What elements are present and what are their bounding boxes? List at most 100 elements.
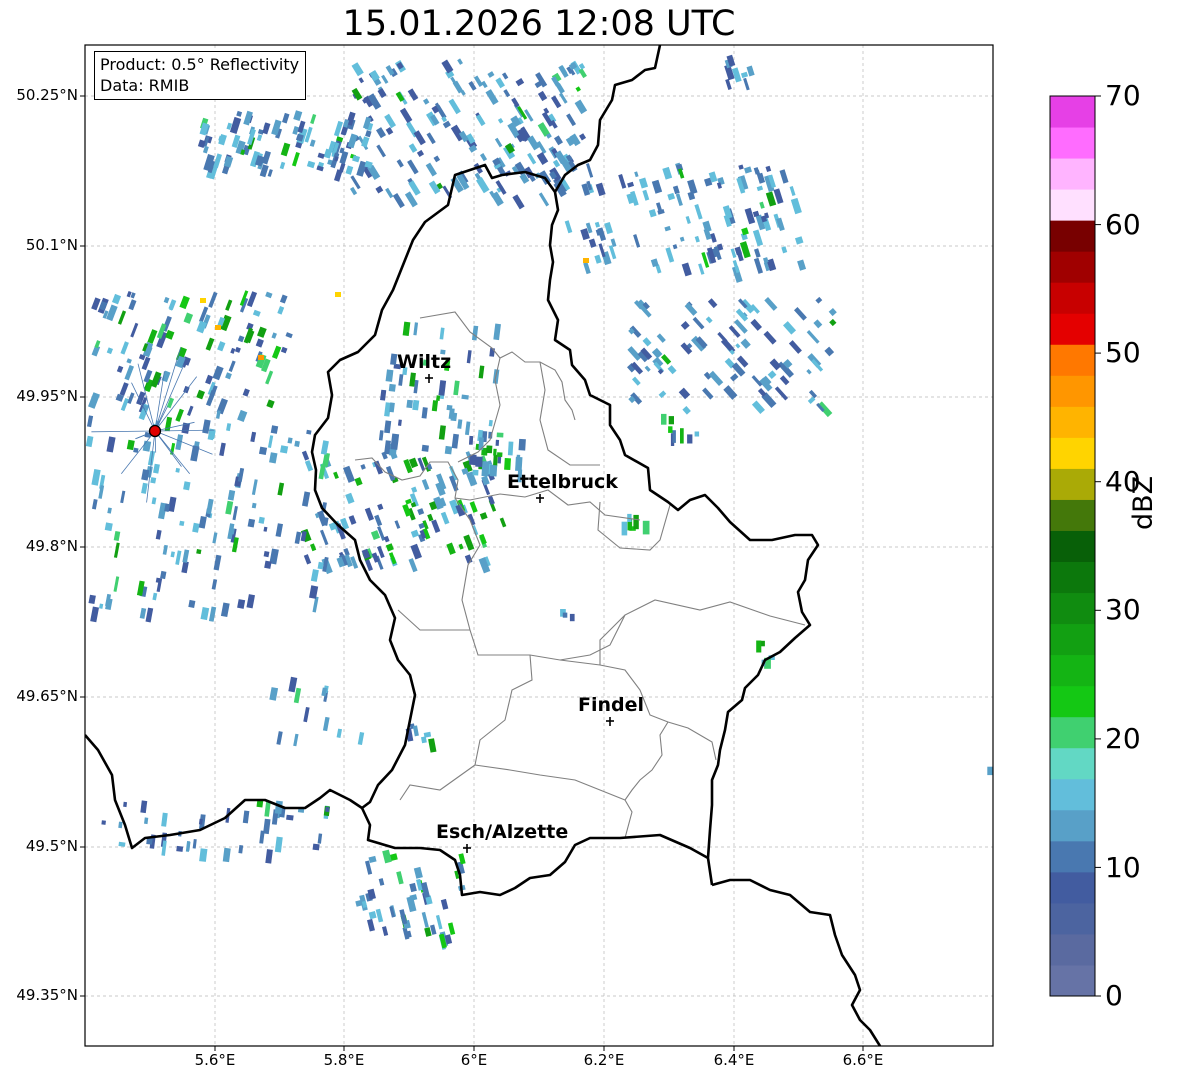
radar-echo-cell — [493, 448, 497, 456]
radar-echo-cell — [200, 298, 206, 303]
radar-echo-cell — [215, 325, 221, 330]
radar-echo-cell — [515, 456, 523, 472]
longitude-tick-label: 6.2°E — [583, 1051, 625, 1069]
radar-echo-cell — [987, 766, 993, 776]
colorbar-band — [1050, 499, 1095, 531]
colorbar-band — [1050, 406, 1095, 438]
colorbar-band — [1050, 437, 1095, 469]
latitude-tick-label: 49.8°N — [25, 537, 78, 555]
city-label-wiltz: Wiltz — [397, 351, 452, 373]
radar-echo-cell — [306, 429, 312, 435]
colorbar-band — [1050, 778, 1095, 811]
radar-echo-cell — [118, 821, 123, 829]
colorbar-band — [1050, 189, 1095, 221]
colorbar-tick-label: 50 — [1105, 336, 1141, 369]
radar-echo-cell — [104, 522, 113, 532]
radar-echo-cell — [388, 383, 396, 392]
latitude-tick-label: 49.65°N — [16, 687, 78, 705]
colorbar-bands — [1050, 96, 1095, 997]
longitude-tick-label: 5.6°E — [194, 1051, 236, 1069]
radar-echo-cell — [583, 258, 589, 263]
colorbar-band — [1050, 158, 1095, 190]
colorbar-band — [1050, 251, 1095, 283]
colorbar — [1049, 95, 1101, 997]
product-info-box: Product: 0.5° Reflectivity Data: RMIB — [94, 51, 307, 100]
radar-echo-cell — [312, 843, 320, 851]
radar-echo-cell — [325, 806, 330, 813]
colorbar-band — [1050, 964, 1095, 997]
radar-echo-cell — [198, 818, 203, 825]
radar-echo-cell — [155, 577, 162, 584]
colorbar-band — [1050, 561, 1095, 594]
colorbar-tick-label: 10 — [1105, 851, 1141, 884]
radar-echo-cell — [196, 548, 202, 555]
colorbar-tick-label: 30 — [1105, 593, 1141, 626]
radar-echo-cell — [294, 440, 300, 447]
latitude-tick-label: 50.25°N — [16, 86, 78, 104]
radar-echo-cell — [496, 452, 503, 458]
radar-echo-cell — [264, 560, 272, 569]
radar-echo-cell — [489, 464, 498, 477]
radar-echo-cell — [412, 399, 420, 411]
data-source-label: Data: RMIB — [100, 76, 190, 95]
radar-echo-cell — [175, 467, 180, 473]
city-label-findel: Findel — [578, 694, 645, 716]
radar-echo-cell — [661, 413, 667, 425]
radar-echo-cell — [444, 445, 453, 455]
radar-echo-cell — [687, 434, 693, 444]
longitude-tick-label: 6°E — [460, 1051, 488, 1069]
radar-echo-cell — [150, 477, 157, 484]
colorbar-band — [1050, 716, 1095, 749]
latitude-tick-label: 49.35°N — [16, 986, 78, 1004]
radar-echo-cell — [504, 457, 511, 471]
radar-echo-cell — [569, 613, 575, 622]
latitude-tick-label: 49.5°N — [25, 837, 78, 855]
colorbar-band — [1050, 375, 1095, 407]
radar-echo-cell — [446, 404, 453, 411]
radar-echo-cell — [176, 845, 184, 852]
radar-echo-cell — [642, 520, 650, 535]
radar-echo-cell — [421, 444, 429, 452]
colorbar-band — [1050, 344, 1095, 376]
radar-map — [80, 44, 994, 1051]
city-label-esch-alzette: Esch/Alzette — [436, 821, 569, 843]
colorbar-band — [1050, 220, 1095, 252]
radar-echo-cell — [468, 435, 474, 445]
radar-site-marker — [148, 424, 162, 438]
longitude-tick-label: 6.4°E — [713, 1051, 755, 1069]
radar-echo-cell — [133, 447, 139, 453]
colorbar-band — [1050, 127, 1095, 159]
radar-echo-cell — [488, 419, 493, 427]
radar-echo-cell — [179, 520, 185, 527]
radar-echo-cell — [436, 395, 441, 401]
radar-echo-cell — [672, 430, 676, 443]
latitude-tick-label: 49.95°N — [16, 387, 78, 405]
radar-echo-cell — [263, 551, 270, 558]
radar-echo-cell — [680, 428, 684, 444]
radar-echo-cell — [486, 445, 493, 454]
radar-echo-cell — [756, 640, 762, 653]
colorbar-band — [1050, 654, 1095, 687]
radar-echo-cell — [258, 355, 264, 360]
radar-echo-cell — [694, 431, 700, 437]
radar-echo-cell — [256, 800, 264, 808]
colorbar-label: dBZ — [1128, 475, 1159, 530]
colorbar-band — [1050, 592, 1095, 625]
radar-echo-cell — [495, 439, 500, 446]
radar-echo-cell — [258, 446, 268, 456]
radar-echo-cell — [562, 612, 568, 618]
colorbar-band — [1050, 902, 1095, 935]
colorbar-band — [1050, 685, 1095, 718]
colorbar-band — [1050, 530, 1095, 563]
colorbar-band — [1050, 96, 1095, 128]
radar-echo-cell — [335, 292, 341, 297]
radar-echo-cell — [481, 461, 490, 477]
colorbar-ticks — [1095, 95, 1101, 997]
radar-echo-cell — [621, 521, 628, 536]
colorbar-tick-label: 60 — [1105, 208, 1141, 241]
radar-echo-cell — [518, 438, 526, 451]
colorbar-band — [1050, 282, 1095, 314]
radar-echo-cell — [668, 416, 674, 425]
colorbar-band — [1050, 933, 1095, 966]
colorbar-tick-label: 70 — [1105, 79, 1141, 112]
